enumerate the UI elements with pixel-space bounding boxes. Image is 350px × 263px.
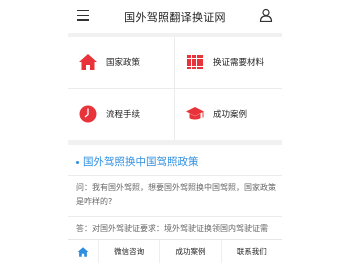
grid-item-label: 国家政策: [106, 58, 141, 68]
grid-item-policy[interactable]: 国家政策: [68, 37, 174, 88]
top-bar: 国外驾照翻译换证网: [68, 0, 282, 33]
graduation-cap-icon: [186, 107, 204, 120]
grid-item-process[interactable]: 流程手续: [68, 89, 174, 140]
mobile-page: 国外驾照翻译换证网 国家政策 换证需要材料 流程手续 成功案例 国外驾照换中国驾…: [68, 0, 282, 263]
question-text: 问：我有国外驾照，想要国外驾照换中国驾照，国家政策是咋样的?: [76, 183, 276, 206]
grid-item-cases[interactable]: 成功案例: [175, 89, 281, 140]
clock-icon: [79, 105, 97, 123]
home-icon: [77, 246, 89, 257]
home-icon: [79, 54, 97, 70]
article-title[interactable]: 国外驾照换中国驾照政策: [76, 154, 199, 169]
bottom-nav-contact[interactable]: 联系我们: [220, 239, 282, 263]
grid-item-label: 换证需要材料: [213, 58, 265, 68]
user-icon[interactable]: [259, 8, 273, 22]
divider: [68, 216, 282, 217]
books-icon: [187, 55, 203, 69]
grid-item-label: 流程手续: [106, 110, 141, 120]
category-grid: 国家政策 换证需要材料 流程手续 成功案例: [68, 37, 282, 140]
bullet-dot: [76, 160, 79, 164]
bottom-nav-home[interactable]: [68, 240, 98, 263]
bottom-nav: 微信咨询 成功案例 联系我们: [68, 239, 282, 263]
separator: [68, 140, 282, 145]
grid-item-label: 成功案例: [213, 110, 248, 120]
divider: [68, 175, 282, 176]
bottom-nav-wechat[interactable]: 微信咨询: [98, 239, 159, 263]
answer-text: 答：对国外驾驶证要求：境外驾驶证换领国内驾驶证需: [76, 224, 268, 233]
article-title-text: 国外驾照换中国驾照政策: [83, 156, 199, 168]
grid-item-materials[interactable]: 换证需要材料: [175, 37, 281, 88]
page-title: 国外驾照翻译换证网: [124, 10, 226, 24]
menu-icon[interactable]: [77, 10, 89, 22]
bottom-nav-cases[interactable]: 成功案例: [159, 239, 220, 263]
